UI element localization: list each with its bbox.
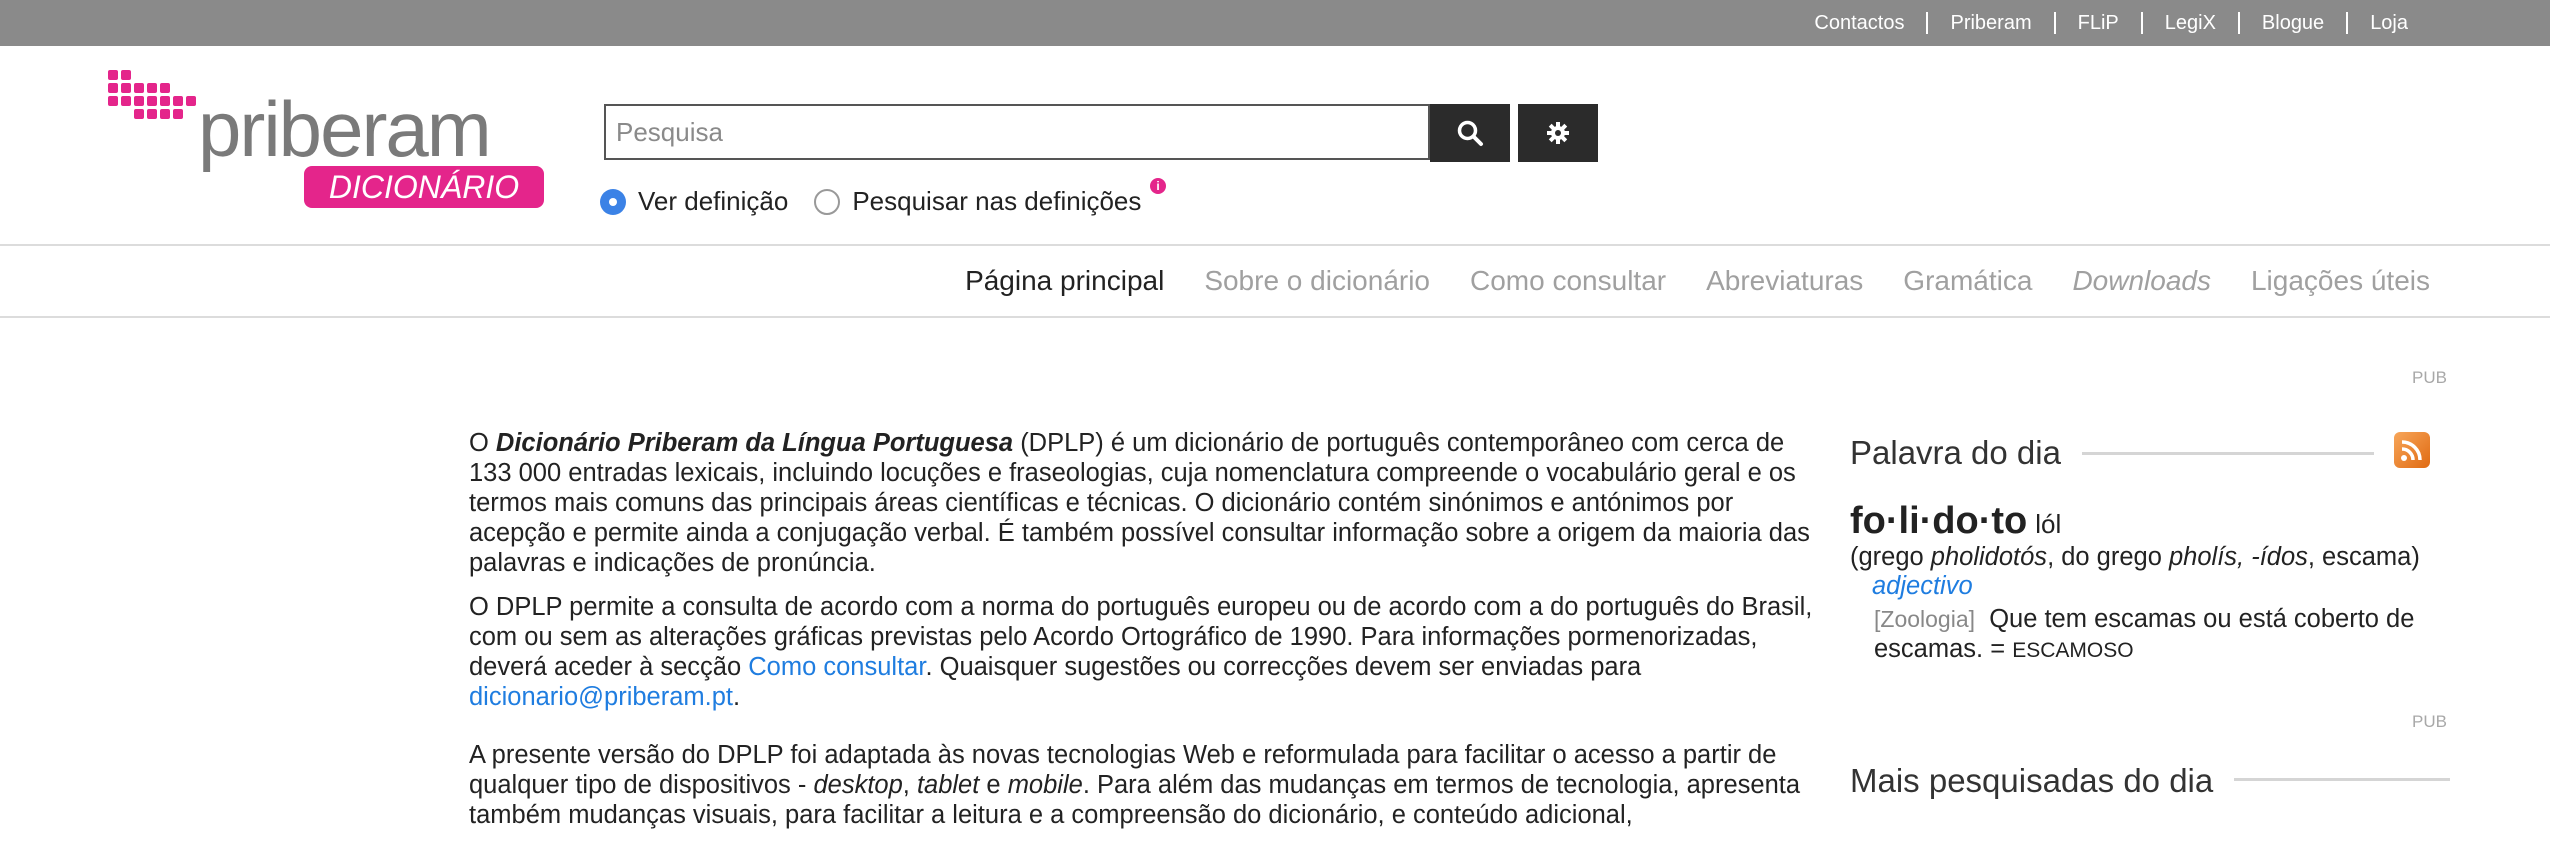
most-searched-title: Mais pesquisadas do dia: [1850, 762, 2214, 799]
nav-como-consultar[interactable]: Como consultar: [1470, 265, 1666, 297]
text: e: [979, 771, 1008, 799]
pronunciation: lól: [2035, 509, 2062, 539]
nav-downloads[interactable]: Downloads: [2072, 265, 2211, 297]
pub-label: PUB: [2412, 368, 2447, 387]
priberam-logo[interactable]: priberam DICIONÁRIO: [108, 66, 548, 212]
top-link-blogue[interactable]: Blogue: [2237, 12, 2346, 34]
top-link-loja[interactable]: Loja: [2346, 12, 2430, 34]
search-box: [604, 104, 1430, 160]
top-link-contactos[interactable]: Contactos: [1792, 12, 1926, 34]
etymology: (grego pholidotós, do grego pholís, -ído…: [1850, 542, 2420, 572]
nav-ligacoes-uteis[interactable]: Ligações úteis: [2251, 265, 2430, 297]
gear-icon: [1547, 122, 1569, 144]
pub-label: PUB: [2412, 712, 2447, 731]
divider: [2082, 452, 2374, 455]
word-of-day-title: Palavra do dia: [1850, 434, 2061, 471]
text: . Quaisquer sugestões ou correcções deve…: [925, 653, 1642, 681]
text: desktop: [813, 771, 903, 799]
radio-checked[interactable]: [600, 188, 626, 215]
text: mobile: [1007, 771, 1083, 799]
top-nav: Contactos Priberam FLiP LegiX Blogue Loj…: [1792, 0, 2430, 46]
text: pholidotós: [1930, 543, 2048, 571]
top-link-legix[interactable]: LegiX: [2140, 12, 2238, 34]
top-link-flip[interactable]: FLiP: [2053, 12, 2141, 34]
divider: [2234, 778, 2450, 781]
definition: [Zoologia] Que tem escamas ou está cober…: [1874, 604, 2444, 666]
intro-paragraph: A presente versão do DPLP foi adaptada à…: [469, 740, 1815, 830]
text: O: [469, 429, 496, 457]
text: , escama): [2307, 543, 2420, 571]
svg-text:DICIONÁRIO: DICIONÁRIO: [329, 169, 519, 205]
radio-label: Ver definição: [638, 186, 789, 216]
search-button[interactable]: [1430, 104, 1510, 162]
nav-abreviaturas[interactable]: Abreviaturas: [1706, 265, 1863, 297]
rss-icon[interactable]: [2394, 432, 2430, 468]
word-of-day-headword: fo·li·do·to lól: [1850, 500, 2061, 543]
search-input[interactable]: [606, 106, 1428, 158]
svg-text:priberam: priberam: [198, 85, 490, 173]
radio-ver-definicao[interactable]: Ver definição: [600, 186, 788, 217]
search-mode-radios: Ver definição Pesquisar nas definições: [600, 186, 1167, 217]
info-icon[interactable]: i: [1150, 178, 1166, 194]
top-bar: Contactos Priberam FLiP LegiX Blogue Loj…: [0, 0, 2550, 46]
text: , do grego: [2047, 543, 2169, 571]
nav-gramatica[interactable]: Gramática: [1903, 265, 2032, 297]
divider: [0, 316, 2550, 318]
headword[interactable]: fo·li·do·to: [1850, 500, 2027, 543]
dictionary-name: Dicionário Priberam da Língua Portuguesa: [495, 429, 1014, 457]
text: ,: [902, 771, 917, 799]
radio-pesquisar-definicoes[interactable]: Pesquisar nas definições: [814, 186, 1141, 217]
main-nav: Página principal Sobre o dicionário Como…: [925, 246, 2430, 316]
settings-button[interactable]: [1518, 104, 1598, 162]
intro-text: O Dicionário Priberam da Língua Portugue…: [469, 428, 1815, 844]
synonym: ESCAMOSO: [2012, 639, 2134, 662]
intro-paragraph: O Dicionário Priberam da Língua Portugue…: [469, 428, 1815, 578]
text: .: [733, 683, 741, 711]
top-link-priberam[interactable]: Priberam: [1926, 12, 2053, 34]
part-of-speech[interactable]: adjectivo: [1872, 572, 1973, 601]
intro-paragraph: O DPLP permite a consulta de acordo com …: [469, 592, 1815, 712]
text: (grego: [1850, 543, 1931, 571]
nav-sobre[interactable]: Sobre o dicionário: [1204, 265, 1430, 297]
search-icon: [1457, 120, 1483, 146]
text: pholís, -ídos: [2168, 543, 2308, 571]
radio-label: Pesquisar nas definições: [852, 186, 1142, 216]
text: tablet: [916, 771, 980, 799]
rss-glyph: [2401, 440, 2422, 461]
radio-unchecked[interactable]: [814, 188, 841, 215]
nav-pagina-principal[interactable]: Página principal: [965, 265, 1164, 297]
link-como-consultar[interactable]: Como consultar: [748, 653, 925, 681]
link-email[interactable]: dicionario@priberam.pt: [469, 683, 733, 711]
domain-label: [Zoologia]: [1874, 606, 1976, 632]
